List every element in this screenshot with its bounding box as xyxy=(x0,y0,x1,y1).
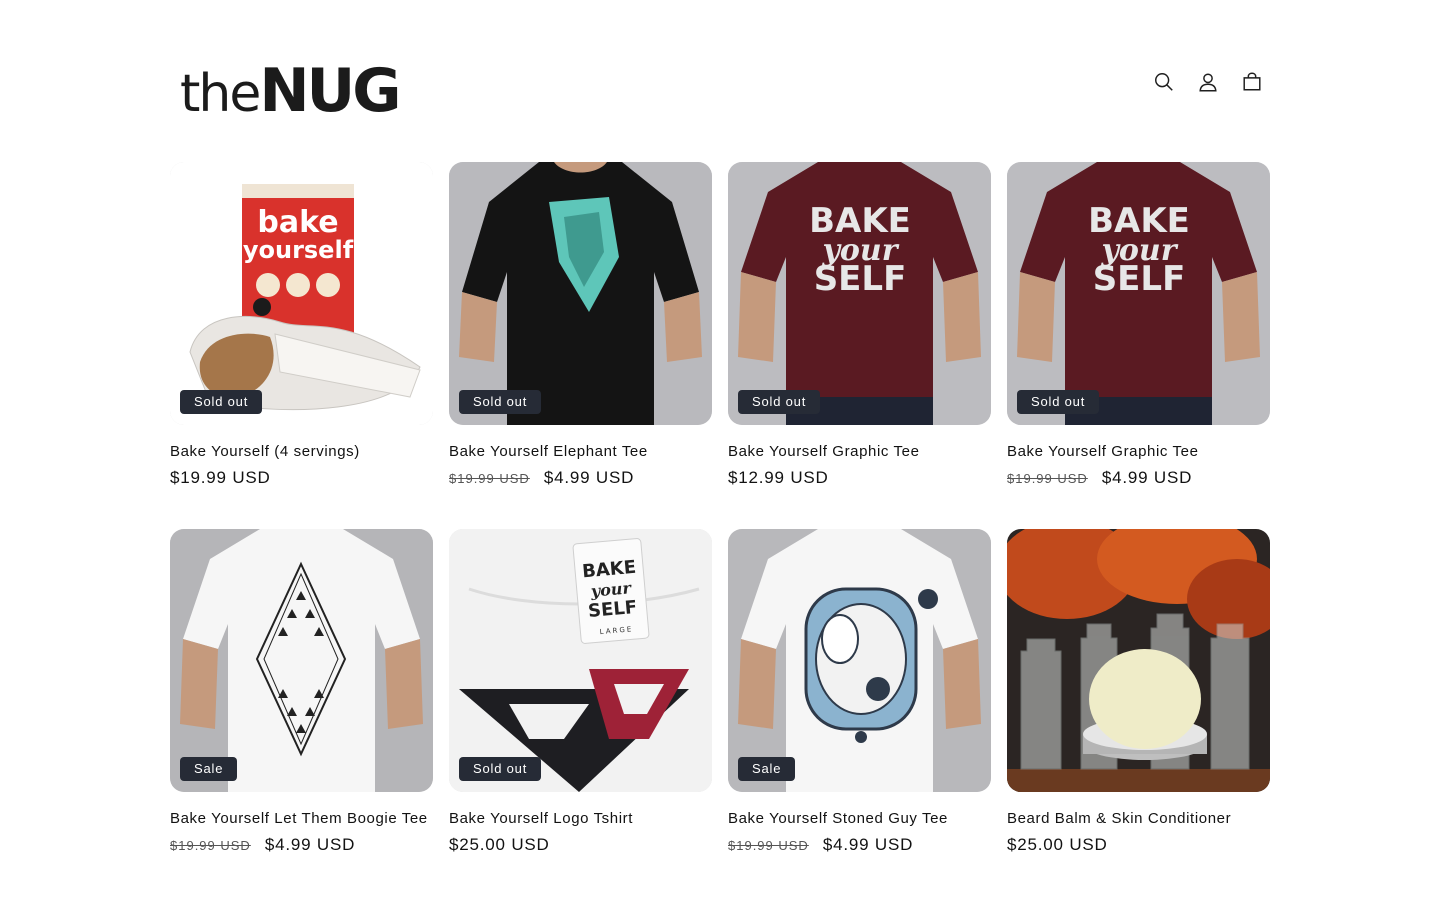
product-image[interactable]: BAKE your SELF Sold out xyxy=(728,162,991,425)
current-price: $25.00 USD xyxy=(449,835,550,854)
elephant-tee-image xyxy=(449,162,712,425)
product-title[interactable]: Bake Yourself Stoned Guy Tee xyxy=(728,810,991,827)
product-image[interactable]: BAKE your SELF Sold out xyxy=(1007,162,1270,425)
product-card[interactable]: BAKE your SELF Sold out Bake Yourself Gr… xyxy=(1007,162,1270,492)
product-price: $25.00 USD xyxy=(1007,835,1270,859)
product-card[interactable]: Sale Bake Yourself Let Them Boogie Tee $… xyxy=(170,529,433,859)
svg-text:SELF: SELF xyxy=(814,259,907,299)
product-badge: Sold out xyxy=(738,390,821,414)
product-image[interactable]: bake yourself Sold out xyxy=(170,162,433,425)
product-title[interactable]: Bake Yourself Graphic Tee xyxy=(728,443,991,460)
product-title[interactable]: Bake Yourself Let Them Boogie Tee xyxy=(170,810,433,827)
maroon-tee-image: BAKE your SELF xyxy=(728,162,991,425)
product-title[interactable]: Bake Yourself Logo Tshirt xyxy=(449,810,712,827)
product-image[interactable]: Sale xyxy=(728,529,991,792)
product-image[interactable]: Sold out xyxy=(449,162,712,425)
product-title[interactable]: Bake Yourself Elephant Tee xyxy=(449,443,712,460)
product-card[interactable]: BAKE your SELF Sold out Bake Yourself Gr… xyxy=(728,162,991,492)
product-card[interactable]: BAKE your SELF LARGE Sold out Bake Yours… xyxy=(449,529,712,859)
product-title[interactable]: Bake Yourself Graphic Tee xyxy=(1007,443,1270,460)
current-price: $4.99 USD xyxy=(822,835,914,854)
svg-text:yourself: yourself xyxy=(243,236,354,264)
product-badge: Sold out xyxy=(180,390,263,414)
site-header: the NUG xyxy=(170,40,1270,130)
cart-icon[interactable] xyxy=(1240,70,1264,94)
current-price: $4.99 USD xyxy=(264,835,356,854)
product-badge: Sold out xyxy=(459,757,542,781)
current-price: $4.99 USD xyxy=(1101,468,1193,487)
product-price: $19.99 USD $4.99 USD xyxy=(1007,468,1270,492)
header-actions xyxy=(1152,70,1264,94)
product-title[interactable]: Beard Balm & Skin Conditioner xyxy=(1007,810,1270,827)
product-price: $19.99 USD $4.99 USD xyxy=(449,468,712,492)
product-price: $19.99 USD xyxy=(170,468,433,492)
compare-at-price: $19.99 USD xyxy=(1007,471,1088,486)
compare-at-price: $19.99 USD xyxy=(728,838,809,853)
product-card[interactable]: Beard Balm & Skin Conditioner $25.00 USD xyxy=(1007,529,1270,859)
product-card[interactable]: Sold out Bake Yourself Elephant Tee $19.… xyxy=(449,162,712,492)
brand-logo-prefix: the xyxy=(180,64,261,124)
svg-text:SELF: SELF xyxy=(1093,259,1186,299)
current-price: $25.00 USD xyxy=(1007,835,1108,854)
current-price: $19.99 USD xyxy=(170,468,271,487)
brand-logo[interactable]: the NUG xyxy=(180,56,402,126)
product-badge: Sale xyxy=(738,757,796,781)
product-price: $19.99 USD $4.99 USD xyxy=(170,835,433,859)
svg-text:SELF: SELF xyxy=(587,597,638,622)
search-icon[interactable] xyxy=(1152,70,1176,94)
boogie-tee-image xyxy=(170,529,433,792)
maroon-tee-image: BAKE your SELF xyxy=(1007,162,1270,425)
product-card[interactable]: Sale Bake Yourself Stoned Guy Tee $19.99… xyxy=(728,529,991,859)
current-price: $4.99 USD xyxy=(543,468,635,487)
product-badge: Sale xyxy=(180,757,238,781)
current-price: $12.99 USD xyxy=(728,468,829,487)
brand-logo-name: NUG xyxy=(259,56,401,126)
product-price: $19.99 USD $4.99 USD xyxy=(728,835,991,859)
beard-balm-image xyxy=(1007,529,1270,792)
svg-text:bake: bake xyxy=(257,205,338,240)
product-price: $12.99 USD xyxy=(728,468,991,492)
product-title[interactable]: Bake Yourself (4 servings) xyxy=(170,443,433,460)
compare-at-price: $19.99 USD xyxy=(170,838,251,853)
product-image[interactable]: Sale xyxy=(170,529,433,792)
product-card[interactable]: bake yourself Sold out Bake Yourself (4 … xyxy=(170,162,433,492)
compare-at-price: $19.99 USD xyxy=(449,471,530,486)
product-grid: bake yourself Sold out Bake Yourself (4 … xyxy=(170,162,1270,859)
account-icon[interactable] xyxy=(1196,70,1220,94)
logo-tshirt-image: BAKE your SELF LARGE xyxy=(449,529,712,792)
product-badge: Sold out xyxy=(1017,390,1100,414)
product-badge: Sold out xyxy=(459,390,542,414)
product-price: $25.00 USD xyxy=(449,835,712,859)
stoned-guy-tee-image xyxy=(728,529,991,792)
product-image[interactable] xyxy=(1007,529,1270,792)
product-image[interactable]: BAKE your SELF LARGE Sold out xyxy=(449,529,712,792)
brownie-box-image: bake yourself xyxy=(170,162,433,425)
